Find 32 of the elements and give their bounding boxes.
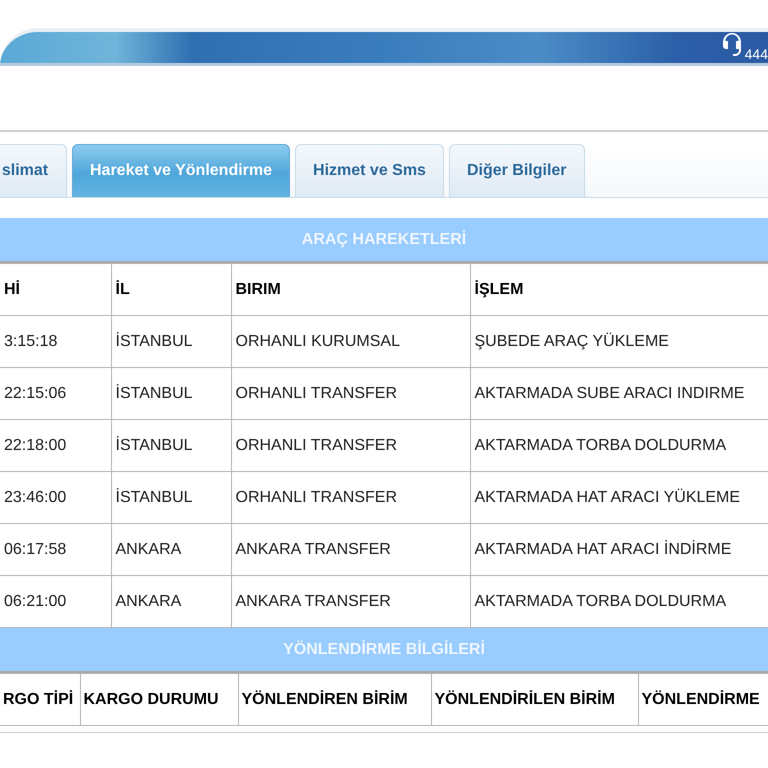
table-cell: ORHANLI KURUMSAL — [231, 316, 470, 368]
headset-icon — [720, 30, 743, 58]
table-cell: ANKARA TRANSFER — [231, 524, 470, 576]
table-cell: ORHANLI TRANSFER — [231, 368, 470, 420]
table-cell: 3:15:18 — [0, 316, 111, 368]
table-cell: ORHANLI TRANSFER — [231, 420, 470, 472]
column-header: BIRIM — [231, 264, 470, 316]
phone-number: 444 — [744, 47, 768, 61]
section-header: ARAÇ HAREKETLERİ — [0, 218, 768, 263]
table-cell: ORHANLI TRANSFER — [231, 472, 470, 524]
tab[interactable]: slimat — [0, 144, 67, 197]
column-header: YÖNLENDİRİLEN BİRİM — [431, 674, 638, 726]
table-cell: 06:17:58 — [0, 524, 111, 576]
table-cell: ANKARA — [111, 524, 231, 576]
column-header: İŞLEM — [470, 264, 768, 316]
table-cell: 22:15:06 — [0, 368, 111, 420]
column-header: İL — [111, 264, 231, 316]
section-header: YÖNLENDİRME BİLGİLERİ — [0, 628, 768, 673]
tab[interactable]: Diğer Bilgiler — [448, 144, 585, 197]
table-cell: İSTANBUL — [111, 368, 231, 420]
column-header: Hİ — [0, 264, 111, 316]
tab[interactable]: Hareket ve Yönlendirme — [72, 144, 290, 197]
table-cell: 22:18:00 — [0, 420, 111, 472]
table-cell: İSTANBUL — [111, 472, 231, 524]
table-cell: 23:46:00 — [0, 472, 111, 524]
table-cell: İSTANBUL — [111, 316, 231, 368]
column-header: RGO TİPİ — [0, 674, 80, 726]
column-header: YÖNLENDİRME — [638, 674, 768, 726]
tab[interactable]: Hizmet ve Sms — [295, 144, 444, 197]
table-cell: İSTANBUL — [111, 420, 231, 472]
column-header: KARGO DURUMU — [80, 674, 238, 726]
column-header: YÖNLENDİREN BİRİM — [238, 674, 431, 726]
